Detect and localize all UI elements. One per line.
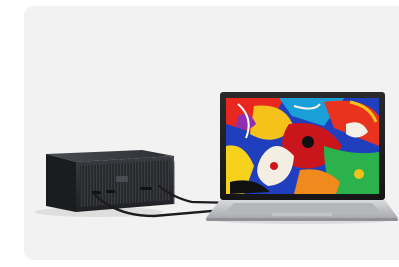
card-slot: [140, 187, 152, 190]
laptop-screen-artwork: [226, 98, 379, 194]
docking-station: [46, 150, 175, 212]
laptop: [206, 92, 398, 221]
product-image-card: [24, 6, 399, 260]
trackpad: [272, 213, 332, 216]
keyboard: [226, 203, 380, 212]
brand-logo-icon: [116, 176, 128, 182]
usb-port: [106, 190, 115, 193]
product-scene: [35, 92, 398, 224]
